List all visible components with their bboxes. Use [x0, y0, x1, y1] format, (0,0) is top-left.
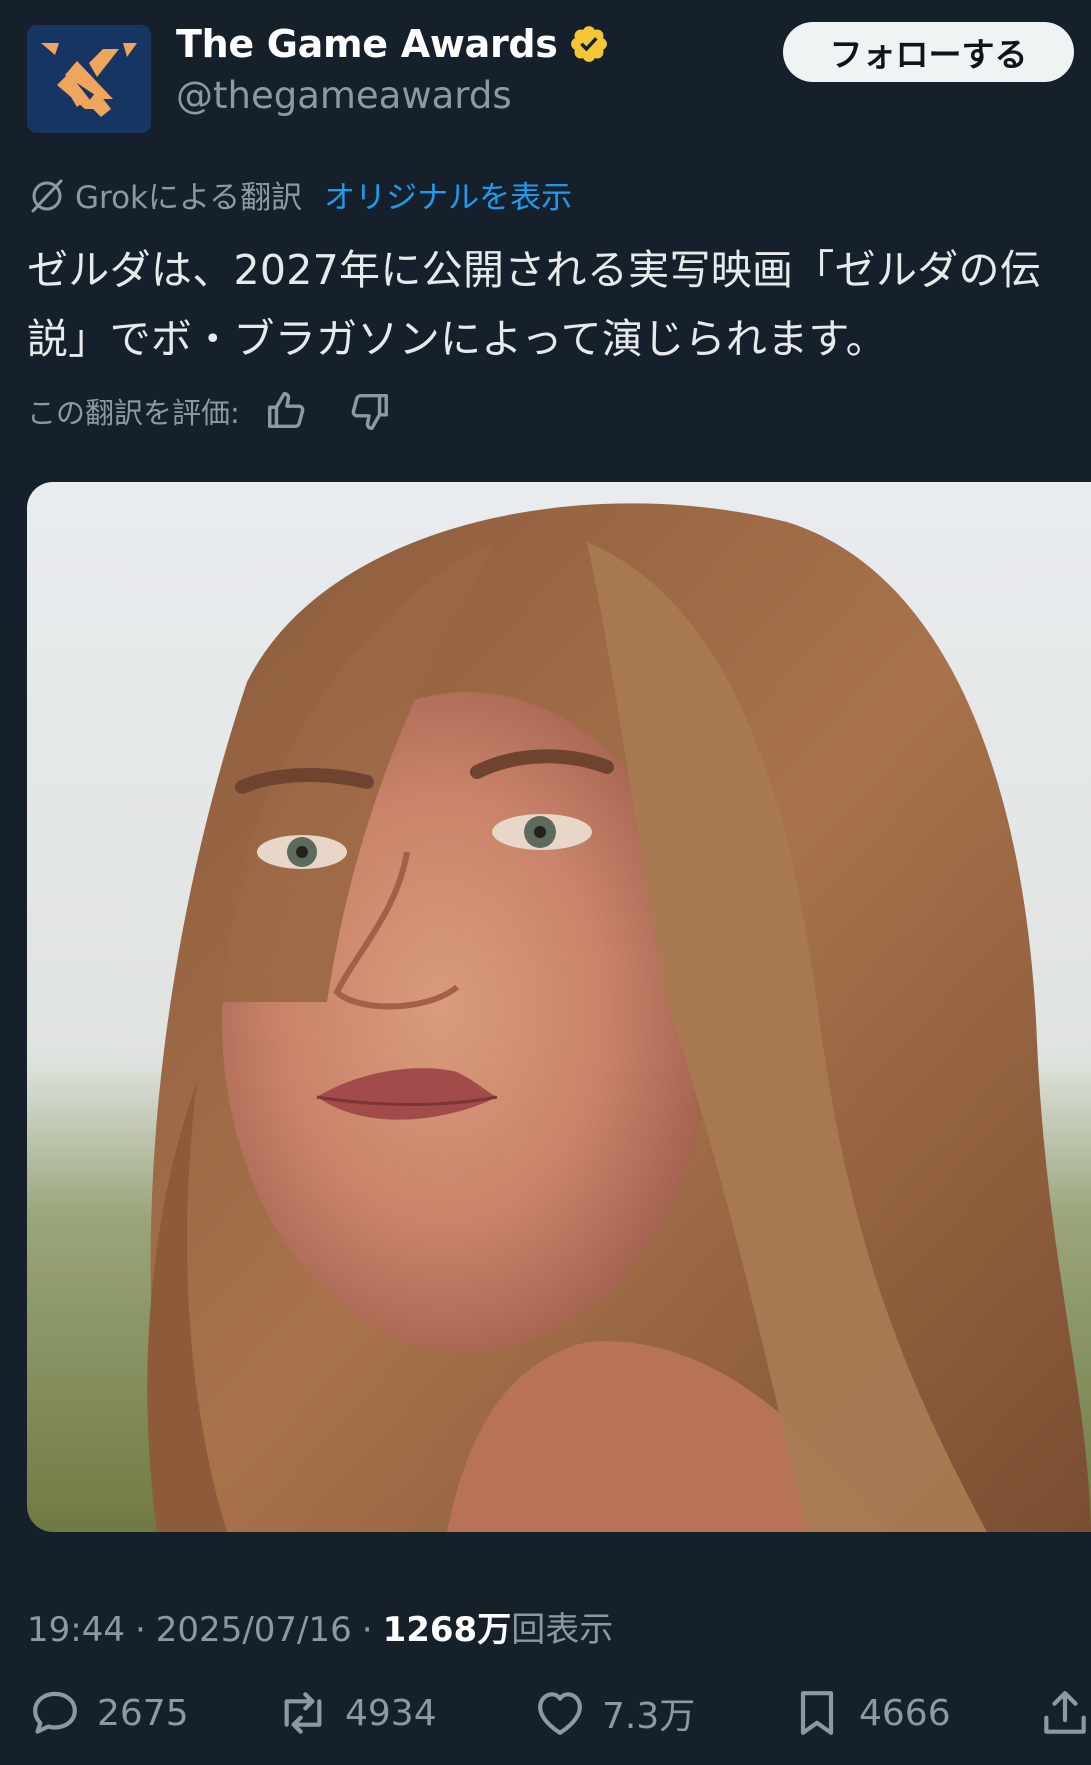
display-name[interactable]: The Game Awards — [176, 22, 558, 66]
bookmark-count: 4666 — [859, 1692, 951, 1734]
retweet-icon — [284, 1692, 322, 1734]
author-handle[interactable]: @thegameawards — [176, 74, 512, 117]
tweet-meta: 19:44 · 2025/07/16 · 1268万 回表示 — [27, 1602, 613, 1651]
avatar[interactable] — [27, 25, 151, 133]
reply-button[interactable]: 2675 — [27, 1668, 189, 1758]
meta-separator: · — [134, 1610, 146, 1650]
rate-translation-row: この翻訳を評価: — [27, 388, 392, 434]
views-suffix: 回表示 — [511, 1610, 614, 1650]
show-original-link[interactable]: オリジナルを表示 — [324, 172, 572, 217]
tweet-actions-bar: 2675 4934 7.3万 4666 — [27, 1668, 1091, 1758]
views-count: 1268万 — [382, 1610, 512, 1650]
portrait-photo — [27, 482, 1091, 1532]
tweet-time[interactable]: 19:44 — [27, 1610, 125, 1650]
retweet-button[interactable]: 4934 — [275, 1668, 437, 1758]
bookmark-icon — [800, 1691, 834, 1735]
tweet-text: ゼルダは、2027年に公開される実写映画「ゼルダの伝説」でボ・ブラガソンによって… — [27, 246, 1042, 363]
follow-button[interactable]: フォローする — [783, 22, 1074, 82]
rate-translation-label: この翻訳を評価: — [27, 396, 240, 430]
heart-icon — [538, 1692, 582, 1735]
like-count: 7.3万 — [602, 1696, 696, 1737]
meta-separator: · — [361, 1610, 373, 1650]
share-icon — [1044, 1691, 1086, 1734]
thumbs-down-icon[interactable] — [346, 388, 392, 434]
translated-by-label: Grokによる翻訳 — [75, 180, 303, 216]
retweet-count: 4934 — [345, 1692, 437, 1734]
translation-row: Grokによる翻訳 オリジナルを表示 — [27, 172, 572, 217]
like-button[interactable]: 7.3万 — [532, 1668, 695, 1758]
bookmark-button[interactable]: 4666 — [789, 1668, 951, 1758]
thumbs-up-icon[interactable] — [264, 388, 310, 434]
tweet-media-photo[interactable] — [27, 482, 1091, 1532]
author-name-row: The Game Awards — [176, 22, 610, 66]
tweet-date[interactable]: 2025/07/16 — [156, 1610, 352, 1650]
reply-count: 2675 — [97, 1692, 189, 1734]
grok-icon — [31, 179, 63, 212]
reply-icon — [33, 1691, 77, 1734]
tweet-page: The Game Awards @thegameawards フォローする Gr… — [0, 0, 1091, 1765]
verified-badge-icon — [570, 26, 607, 62]
share-button[interactable] — [1037, 1668, 1091, 1758]
game-awards-logo-icon — [27, 25, 151, 133]
